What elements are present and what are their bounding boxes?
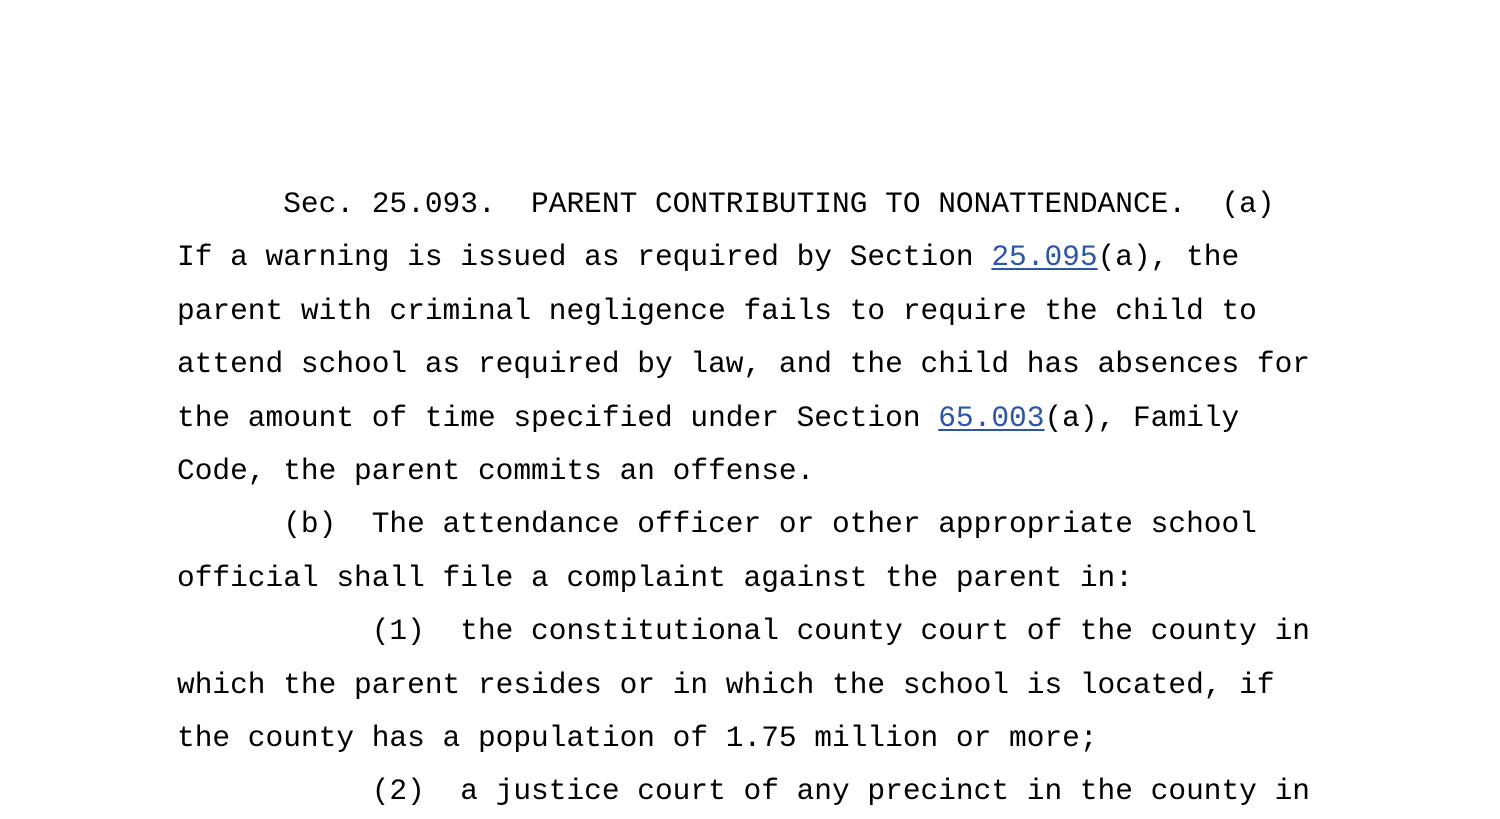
statute-text-run: (a), the — [1097, 240, 1240, 275]
statute-text-run: Code, the parent commits an offense. — [177, 453, 815, 488]
statute-line: attend school as required by law, and th… — [177, 338, 1337, 391]
statute-text-run: (2) a justice court of any precinct in t… — [371, 774, 1310, 809]
statute-line: If a warning is issued as required by Se… — [177, 231, 1337, 284]
statute-text-run: parent with criminal negligence fails to… — [177, 293, 1257, 328]
statute-line: (2) a justice court of any precinct in t… — [177, 765, 1337, 818]
statute-line: (b) The attendance officer or other appr… — [177, 498, 1337, 551]
statute-line: which the parent resides or in which the… — [177, 659, 1337, 712]
statute-line: (1) the constitutional county court of t… — [177, 605, 1337, 658]
statute-line: Code, the parent commits an offense. — [177, 445, 1337, 498]
statute-text-run: the county has a population of 1.75 mill… — [177, 720, 1098, 755]
statute-line: Sec. 25.093. PARENT CONTRIBUTING TO NONA… — [177, 178, 1337, 231]
statute-line: the amount of time specified under Secti… — [177, 392, 1337, 445]
statute-text-run: official shall file a complaint against … — [177, 560, 1133, 595]
statute-text-run: the amount of time specified under Secti… — [177, 400, 939, 435]
statute-link-65-003[interactable]: 65.003 — [938, 401, 1044, 435]
statute-text-run: (b) The attendance officer or other appr… — [283, 507, 1257, 542]
statute-link-25-095[interactable]: 25.095 — [991, 240, 1097, 274]
statute-line: parent with criminal negligence fails to… — [177, 285, 1337, 338]
statute-text-run: attend school as required by law, and th… — [177, 347, 1310, 382]
statute-text-run: Sec. 25.093. PARENT CONTRIBUTING TO NONA… — [283, 187, 1275, 221]
statute-text-run: If a warning is issued as required by Se… — [177, 240, 992, 275]
statute-text-run: (a), Family — [1044, 400, 1240, 435]
document-page: Sec. 25.093. PARENT CONTRIBUTING TO NONA… — [0, 0, 1500, 808]
statute-line: official shall file a complaint against … — [177, 552, 1337, 605]
statute-text-run: (1) the constitutional county court of t… — [371, 614, 1310, 649]
statute-text-run: which the parent resides or in which the… — [177, 667, 1275, 702]
statute-line: the county has a population of 1.75 mill… — [177, 712, 1337, 765]
statute-text-body: Sec. 25.093. PARENT CONTRIBUTING TO NONA… — [177, 178, 1337, 819]
